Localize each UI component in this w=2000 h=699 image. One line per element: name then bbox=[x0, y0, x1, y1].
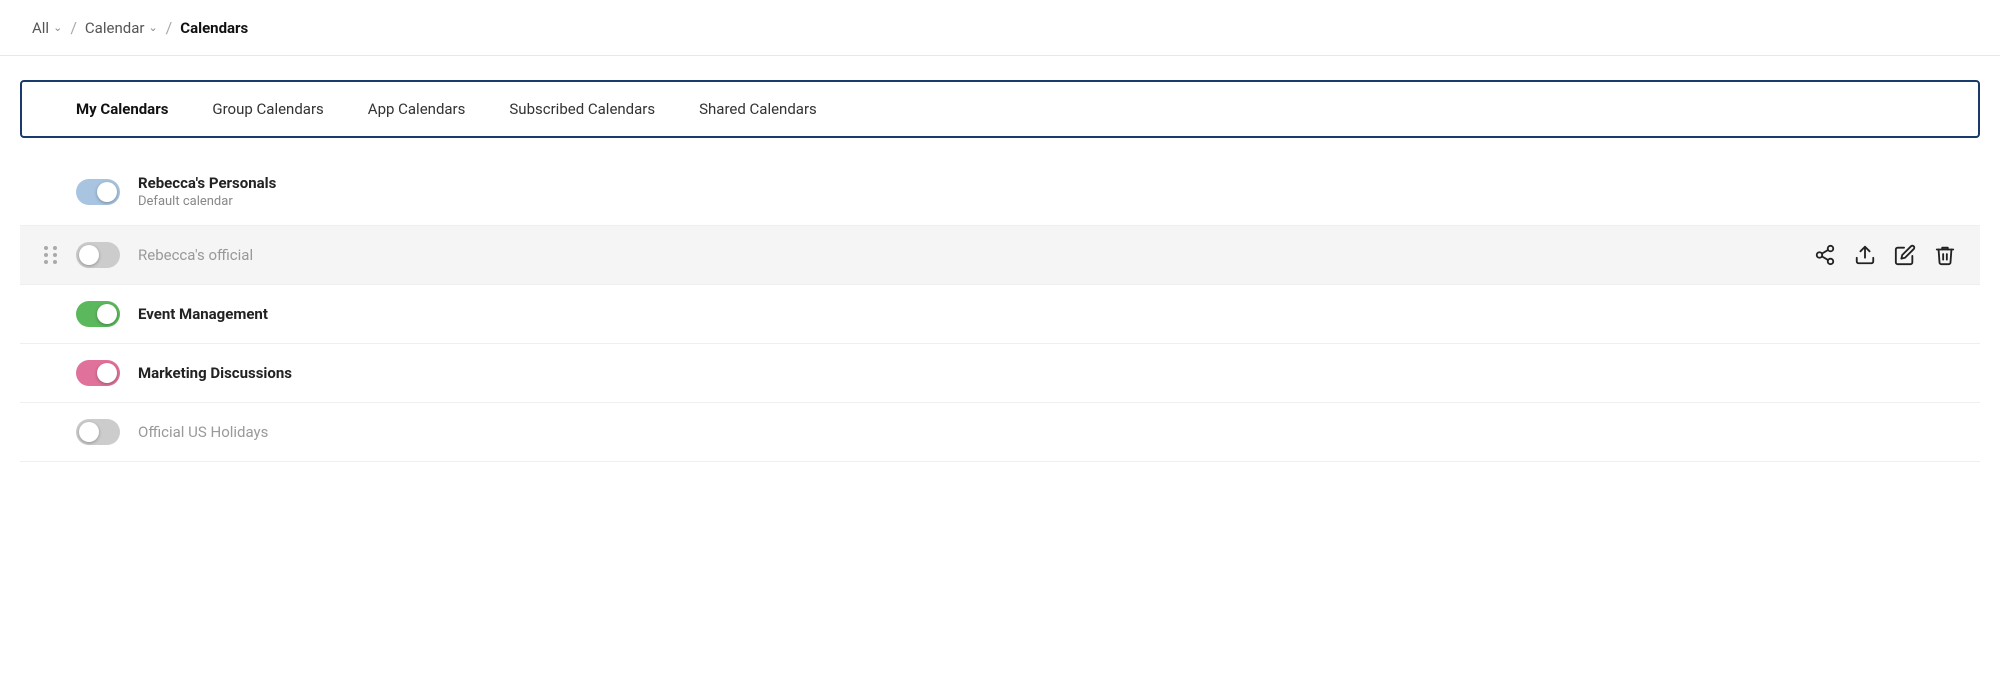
breadcrumb-separator-2: / bbox=[166, 18, 173, 37]
calendar-info-event-management: Event Management bbox=[138, 305, 1956, 323]
drag-handle[interactable] bbox=[44, 246, 58, 264]
breadcrumb: All ⌄ / Calendar ⌄ / Calendars bbox=[0, 0, 2000, 56]
toggle-thumb bbox=[79, 422, 99, 442]
breadcrumb-all[interactable]: All ⌄ bbox=[32, 19, 62, 37]
tab-app-calendars[interactable]: App Calendars bbox=[346, 82, 488, 139]
toggle-rebeccas-official[interactable] bbox=[76, 242, 120, 268]
toggle-rebeccas-personals[interactable] bbox=[76, 179, 120, 205]
calendar-row-marketing-discussions: Marketing Discussions bbox=[20, 344, 1980, 403]
share-icon[interactable] bbox=[1814, 244, 1836, 266]
upload-icon[interactable] bbox=[1854, 244, 1876, 266]
toggle-thumb bbox=[97, 304, 117, 324]
tabs-container: My Calendars Group Calendars App Calenda… bbox=[20, 80, 1980, 138]
tab-subscribed-calendars[interactable]: Subscribed Calendars bbox=[487, 82, 677, 139]
toggle-marketing-discussions[interactable] bbox=[76, 360, 120, 386]
toggle-event-management[interactable] bbox=[76, 301, 120, 327]
toggle-thumb bbox=[97, 363, 117, 383]
breadcrumb-separator-1: / bbox=[70, 18, 77, 37]
edit-icon[interactable] bbox=[1894, 244, 1916, 266]
calendar-row-event-management: Event Management bbox=[20, 285, 1980, 344]
chevron-down-icon: ⌄ bbox=[53, 21, 62, 34]
calendar-name: Marketing Discussions bbox=[138, 364, 1956, 382]
chevron-down-icon-2: ⌄ bbox=[148, 21, 157, 34]
delete-icon[interactable] bbox=[1934, 244, 1956, 266]
calendar-subtitle: Default calendar bbox=[138, 194, 1956, 209]
calendar-name: Rebecca's official bbox=[138, 246, 1796, 264]
calendar-info-rebeccas-official: Rebecca's official bbox=[138, 246, 1796, 264]
calendar-row-rebeccas-official: Rebecca's official bbox=[20, 226, 1980, 285]
row-actions bbox=[1814, 244, 1956, 266]
calendar-info-rebeccas-personals: Rebecca's Personals Default calendar bbox=[138, 174, 1956, 209]
tab-shared-calendars[interactable]: Shared Calendars bbox=[677, 82, 839, 139]
calendar-info-official-us-holidays: Official US Holidays bbox=[138, 423, 1956, 441]
calendar-list: Rebecca's Personals Default calendar Reb… bbox=[20, 158, 1980, 462]
tab-my-calendars[interactable]: My Calendars bbox=[54, 82, 190, 139]
toggle-thumb bbox=[79, 245, 99, 265]
calendar-row-official-us-holidays: Official US Holidays bbox=[20, 403, 1980, 462]
tab-group-calendars[interactable]: Group Calendars bbox=[190, 82, 345, 139]
toggle-official-us-holidays[interactable] bbox=[76, 419, 120, 445]
breadcrumb-current: Calendars bbox=[180, 19, 248, 37]
calendar-name: Rebecca's Personals bbox=[138, 174, 1956, 192]
calendar-row-rebeccas-personals: Rebecca's Personals Default calendar bbox=[20, 158, 1980, 226]
calendar-name: Official US Holidays bbox=[138, 423, 1956, 441]
calendar-name: Event Management bbox=[138, 305, 1956, 323]
breadcrumb-calendar[interactable]: Calendar ⌄ bbox=[85, 19, 158, 37]
calendar-info-marketing-discussions: Marketing Discussions bbox=[138, 364, 1956, 382]
toggle-thumb bbox=[97, 182, 117, 202]
